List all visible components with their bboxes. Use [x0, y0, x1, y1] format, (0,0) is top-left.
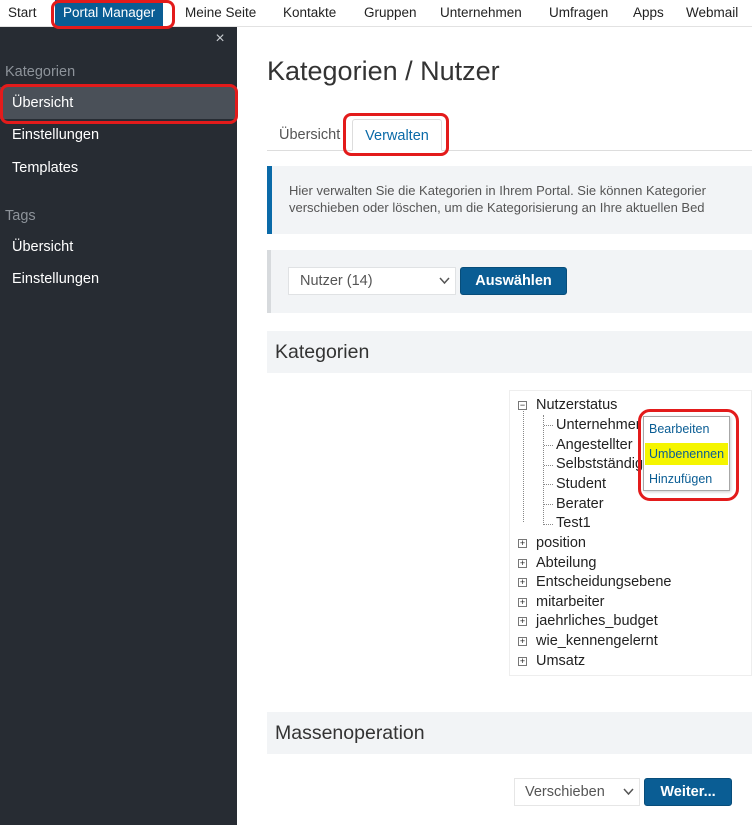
- context-menu-bearbeiten[interactable]: Bearbeiten: [645, 418, 728, 440]
- context-menu: Bearbeiten Umbenennen Hinzufügen: [643, 416, 730, 491]
- tree-node-position[interactable]: position: [536, 534, 586, 553]
- weiter-button[interactable]: Weiter...: [644, 778, 732, 806]
- nav-unternehmen[interactable]: Unternehmen: [440, 0, 522, 27]
- nav-umfragen[interactable]: Umfragen: [549, 0, 608, 27]
- tree-node-unternehmer[interactable]: Unternehmer: [556, 416, 641, 435]
- chevron-down-icon: [623, 779, 634, 814]
- tree-node-wie-kennengelernt[interactable]: wie_kennengelernt: [536, 632, 658, 651]
- expand-toggle-icon[interactable]: +: [518, 657, 527, 666]
- nav-webmail[interactable]: Webmail: [686, 0, 738, 27]
- tree-connector: [544, 465, 553, 466]
- tree-connector: [544, 425, 553, 426]
- expand-toggle-icon[interactable]: +: [518, 539, 527, 548]
- sidebar-item-tags-einstellungen[interactable]: Einstellungen: [0, 263, 237, 295]
- context-menu-hinzufuegen[interactable]: Hinzufügen: [645, 468, 728, 490]
- tree-connector: [543, 415, 544, 525]
- tree-connector: [544, 504, 553, 505]
- info-text-line-1: Hier verwalten Sie die Kategorien in Ihr…: [289, 183, 706, 198]
- tree-node-angestellter[interactable]: Angestellter: [556, 436, 633, 455]
- expand-toggle-icon[interactable]: +: [518, 598, 527, 607]
- section-massenoperation-title: Massenoperation: [275, 722, 425, 744]
- chevron-down-icon: [439, 268, 450, 303]
- tree-connector: [544, 524, 553, 525]
- section-kategorien-title: Kategorien: [275, 341, 370, 363]
- nav-apps[interactable]: Apps: [633, 0, 664, 27]
- section-massenoperation: Massenoperation: [267, 712, 752, 754]
- tree-node-selbststaendig[interactable]: Selbstständig: [556, 455, 643, 474]
- tree-node-entscheidungsebene[interactable]: Entscheidungsebene: [536, 573, 671, 592]
- info-box: Hier verwalten Sie die Kategorien in Ihr…: [267, 166, 752, 234]
- top-navigation: Start Portal Manager Meine Seite Kontakt…: [0, 0, 752, 27]
- category-type-select[interactable]: Nutzer (14): [288, 267, 456, 295]
- tree-connector: [544, 484, 553, 485]
- category-type-select-value: Nutzer (14): [300, 273, 373, 289]
- nav-meine-seite[interactable]: Meine Seite: [185, 0, 256, 27]
- expand-toggle-icon[interactable]: +: [518, 637, 527, 646]
- expand-toggle-icon[interactable]: +: [518, 617, 527, 626]
- context-menu-umbenennen[interactable]: Umbenennen: [645, 443, 728, 465]
- tree-node-nutzerstatus[interactable]: Nutzerstatus: [536, 396, 617, 415]
- sidebar: × Kategorien Übersicht Einstellungen Tem…: [0, 27, 237, 825]
- close-icon[interactable]: ×: [212, 31, 228, 47]
- section-kategorien: Kategorien: [267, 331, 752, 373]
- info-text-line-2: verschieben oder löschen, um die Kategor…: [289, 200, 705, 215]
- nav-kontakte[interactable]: Kontakte: [283, 0, 336, 27]
- sidebar-item-kategorien-einstellungen[interactable]: Einstellungen: [0, 119, 237, 151]
- tree-node-abteilung[interactable]: Abteilung: [536, 554, 596, 573]
- page-title: Kategorien / Nutzer: [267, 56, 500, 86]
- tree-node-test1[interactable]: Test1: [556, 514, 591, 533]
- tree-node-mitarbeiter[interactable]: mitarbeiter: [536, 593, 605, 612]
- sidebar-section-tags: Tags: [5, 208, 36, 224]
- mass-operation-select[interactable]: Verschieben: [514, 778, 640, 806]
- auswaehlen-button[interactable]: Auswählen: [460, 267, 567, 295]
- nav-gruppen[interactable]: Gruppen: [364, 0, 417, 27]
- sidebar-section-kategorien: Kategorien: [5, 64, 76, 80]
- sidebar-item-templates[interactable]: Templates: [0, 152, 237, 184]
- tree-node-jaehrliches-budget[interactable]: jaehrliches_budget: [536, 612, 658, 631]
- tree-node-student[interactable]: Student: [556, 475, 606, 494]
- nav-start[interactable]: Start: [8, 0, 37, 27]
- tree-connector: [523, 411, 524, 522]
- tab-verwalten[interactable]: Verwalten: [352, 119, 442, 151]
- tree-node-berater[interactable]: Berater: [556, 495, 604, 514]
- sidebar-item-kategorien-uebersicht[interactable]: Übersicht: [0, 87, 237, 119]
- expand-toggle-icon[interactable]: +: [518, 559, 527, 568]
- nav-portal-manager[interactable]: Portal Manager: [55, 0, 164, 27]
- sidebar-item-tags-uebersicht[interactable]: Übersicht: [0, 231, 237, 263]
- mass-operation-select-value: Verschieben: [525, 784, 605, 800]
- tree-connector: [544, 445, 553, 446]
- collapse-toggle-icon[interactable]: −: [518, 401, 527, 410]
- info-text: Hier verwalten Sie die Kategorien in Ihr…: [289, 182, 752, 216]
- expand-toggle-icon[interactable]: +: [518, 578, 527, 587]
- tree-node-umsatz[interactable]: Umsatz: [536, 652, 585, 671]
- tab-uebersicht[interactable]: Übersicht: [279, 119, 340, 151]
